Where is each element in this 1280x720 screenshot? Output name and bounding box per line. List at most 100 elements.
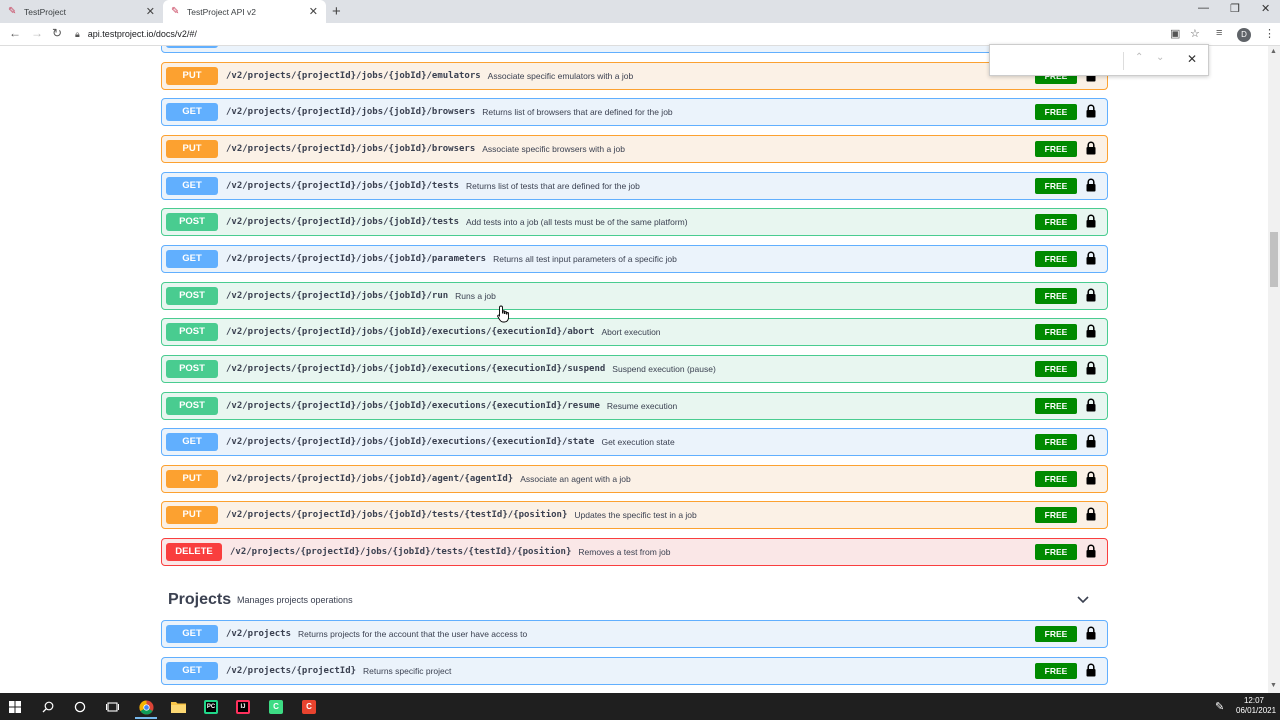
endpoint-path: /v2/projects/{projectId}/jobs/{jobId}/ex… [226,327,595,338]
operation-row[interactable]: GET/v2/projects/{projectId} Returns speci… [161,656,1108,685]
method-badge-get: GET [166,103,218,122]
tab-testproject-api[interactable]: ✎ TestProject API v2 ✕ [163,0,326,23]
endpoint-path: /v2/projects/{projectId}/jobs/{jobId}/ex… [226,437,595,448]
intellij-icon[interactable]: IJ [233,697,253,717]
back-icon[interactable]: ← [9,26,21,40]
reload-icon[interactable]: ↻ [52,26,62,40]
lock-icon[interactable] [1086,626,1096,640]
section-description: Manages projects operations [237,595,353,605]
endpoint-description: Associate an agent with a job [520,473,631,484]
free-badge: FREE [1035,177,1077,194]
windows-start-icon[interactable] [5,697,25,717]
operation-row[interactable]: PUT/v2/projects/{projectId}/jobs/{jobId}… [161,501,1108,530]
operation-row[interactable]: GET/v2/projects Returns projects for the … [161,620,1108,648]
windows-taskbar: PC IJ C C ✎ 12:07 06/01/2021 [0,693,1280,720]
operation-row[interactable]: DELETE/v2/projects/{projectId}/jobs/{job… [161,538,1108,567]
lock-icon[interactable] [1086,663,1096,677]
operation-row[interactable]: GET/v2/projects/{projectId}/jobs/{jobId}… [161,46,1108,53]
android-studio-icon[interactable]: C [266,697,286,717]
lock-icon[interactable] [1086,434,1096,448]
free-badge: FREE [1035,544,1077,561]
endpoint-path: /v2/projects/{projectId} [226,665,357,676]
find-previous-icon[interactable]: ⌃ [1135,52,1143,63]
endpoint-path: /v2/projects/{projectId}/jobs/{jobId}/te… [226,217,459,228]
restore-icon[interactable]: ❐ [1230,2,1240,15]
endpoint-path: /v2/projects/{projectId}/jobs/{jobId}/ag… [226,473,514,484]
operation-row[interactable]: POST/v2/projects/{projectId}/jobs/{jobId… [161,281,1108,310]
endpoint-description: Runs a job [455,290,496,301]
page-icon[interactable]: ▣ [1170,27,1180,40]
find-input[interactable] [996,51,1126,69]
tab-testproject[interactable]: ✎ TestProject ✕ [0,0,163,23]
task-view-icon[interactable] [102,697,122,717]
operation-row[interactable]: POST/v2/projects/{projectId}/jobs/{jobId… [161,391,1108,420]
menu-kebab-icon[interactable]: ⋮ [1264,27,1275,40]
pen-workspace-icon[interactable]: ✎ [1215,700,1224,713]
method-badge-post: POST [166,286,218,305]
lock-icon[interactable] [1086,141,1096,155]
app-red-icon[interactable]: C [299,697,319,717]
endpoint-path: /v2/projects/{projectId}/jobs/{jobId}/ex… [226,363,606,374]
operation-row[interactable]: PUT/v2/projects/{projectId}/jobs/{jobId}… [161,464,1108,493]
lock-icon[interactable] [1086,288,1096,302]
find-separator [1123,52,1124,70]
bookmark-star-icon[interactable]: ☆ [1190,27,1200,40]
chevron-down-icon[interactable] [1075,592,1091,608]
tab-close-icon[interactable]: ✕ [146,5,155,18]
lock-icon[interactable] [1086,471,1096,485]
operation-row[interactable]: GET/v2/projects/{projectId}/jobs/{jobId}… [161,244,1108,273]
minimize-icon[interactable]: — [1198,2,1209,14]
pycharm-icon[interactable]: PC [201,697,221,717]
scroll-up-icon[interactable]: ▲ [1270,48,1277,55]
lock-icon[interactable] [1086,361,1096,375]
system-clock[interactable]: 12:07 06/01/2021 [1236,696,1277,716]
method-badge-get: GET [166,625,218,643]
clock-date: 06/01/2021 [1236,706,1277,715]
operation-row[interactable]: PUT/v2/projects/{projectId}/jobs/{jobId}… [161,134,1108,163]
operation-row[interactable]: GET/v2/projects/{projectId}/jobs/{jobId}… [161,171,1108,200]
lock-icon[interactable] [1086,214,1096,228]
chrome-icon[interactable] [136,697,156,717]
tab-close-icon[interactable]: ✕ [309,5,318,18]
scroll-down-icon[interactable]: ▼ [1270,682,1277,689]
window-close-icon[interactable]: ✕ [1261,2,1270,15]
search-icon[interactable] [38,697,58,717]
operation-row[interactable]: POST/v2/projects/{projectId}/jobs/{jobId… [161,318,1108,347]
method-badge-post: POST [166,359,218,378]
page-scrollbar[interactable]: ▲ ▼ [1268,46,1280,693]
cortana-icon[interactable] [70,697,90,717]
section-title-projects[interactable]: Projects [168,591,231,609]
reading-list-icon[interactable]: ≡ [1216,27,1222,39]
lock-icon[interactable] [1086,507,1096,521]
operation-row[interactable]: PUT/v2/projects/{projectId}/jobs/{jobId}… [161,61,1108,90]
method-badge-get: GET [166,176,218,195]
hand-cursor-icon [497,305,509,323]
address-bar[interactable]: 🔒︎ api.testproject.io/docs/v2/#/ [75,25,1210,43]
find-close-icon[interactable]: ✕ [1187,52,1197,66]
lock-icon[interactable] [1086,104,1096,118]
free-badge: FREE [1035,287,1077,304]
new-tab-icon[interactable]: + [332,3,341,20]
method-badge-post: POST [166,323,218,342]
lock-icon[interactable] [1086,251,1096,265]
find-next-icon[interactable]: ⌄ [1156,52,1164,63]
lock-icon[interactable] [1086,178,1096,192]
lock-icon[interactable] [1086,398,1096,412]
lock-icon[interactable] [1086,324,1096,338]
active-app-indicator [135,717,157,719]
forward-icon[interactable]: → [31,26,43,40]
endpoint-path: /v2/projects/{projectId}/jobs/{jobId}/br… [226,143,476,154]
url-text: api.testproject.io/docs/v2/#/ [87,29,197,39]
profile-avatar[interactable]: D [1237,28,1251,42]
operation-row[interactable]: GET/v2/projects/{projectId}/jobs/{jobId}… [161,428,1108,457]
endpoint-description: Resume execution [606,400,678,411]
operation-row[interactable]: POST/v2/projects/{projectId}/jobs/{jobId… [161,208,1108,237]
file-explorer-icon[interactable] [168,697,188,717]
find-bar: ⌃ ⌄ ✕ [989,44,1209,76]
method-badge-get: GET [166,249,218,268]
endpoint-description: Associate specific browsers with a job [482,143,625,154]
operation-row[interactable]: POST/v2/projects/{projectId}/jobs/{jobId… [161,354,1108,383]
lock-icon[interactable] [1086,544,1096,558]
operation-row[interactable]: GET/v2/projects/{projectId}/jobs/{jobId}… [161,98,1108,127]
scrollbar-thumb[interactable] [1270,232,1278,287]
